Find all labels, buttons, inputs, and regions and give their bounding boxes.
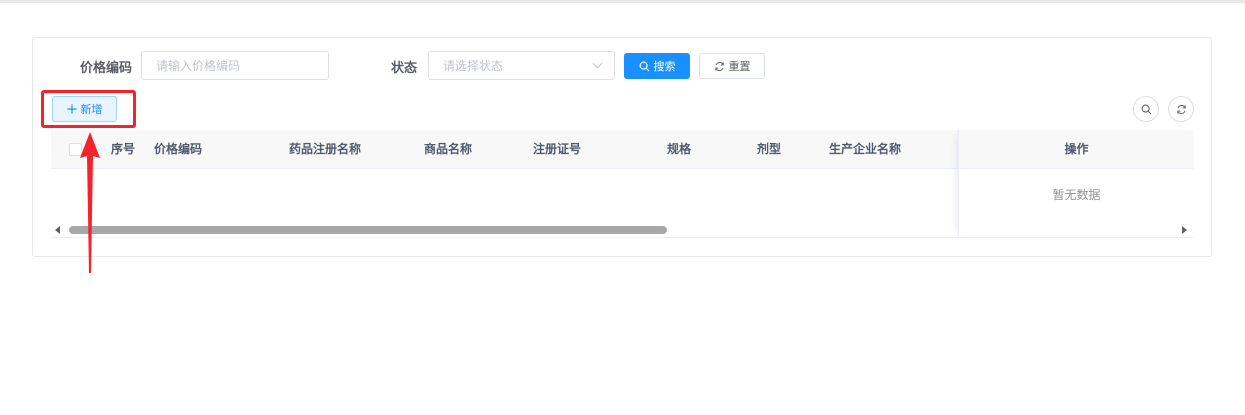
price-code-input[interactable] <box>141 51 329 80</box>
column-header-specification: 规格 <box>667 142 692 156</box>
search-button[interactable]: 搜索 <box>624 53 690 79</box>
column-header-product-name: 商品名称 <box>424 142 473 156</box>
horizontal-scrollbar[interactable] <box>51 223 1193 238</box>
column-header-registration-number: 注册证号 <box>533 142 582 156</box>
toggle-search-button[interactable] <box>1133 96 1159 122</box>
column-header-dosage-form: 剂型 <box>757 142 782 156</box>
status-select-input[interactable] <box>428 51 615 80</box>
top-divider <box>0 0 1245 3</box>
column-header-drug-registration-name: 药品注册名称 <box>289 142 362 156</box>
scrollbar-thumb[interactable] <box>69 226 667 234</box>
empty-state-text: 暂无数据 <box>1052 188 1101 202</box>
column-header-actions: 操作 <box>959 130 1194 169</box>
refresh-table-button[interactable] <box>1168 96 1194 122</box>
column-header-price-code: 价格编码 <box>154 142 203 156</box>
column-header-manufacturer-name: 生产企业名称 <box>829 142 902 156</box>
status-select[interactable] <box>428 51 615 80</box>
search-icon <box>639 61 649 71</box>
status-label: 状态 <box>391 61 418 76</box>
search-icon <box>1141 104 1151 114</box>
scroll-right-arrow-icon[interactable] <box>1182 226 1187 234</box>
reset-button-label: 重置 <box>728 60 751 73</box>
scroll-left-arrow-icon[interactable] <box>55 226 60 234</box>
fixed-action-column: 操作 暂无数据 <box>958 130 1194 238</box>
search-button-label: 搜索 <box>653 60 676 73</box>
reset-button[interactable]: 重置 <box>699 53 765 79</box>
column-header-index: 序号 <box>111 142 136 156</box>
annotation-arrow-icon <box>80 132 100 273</box>
price-code-label: 价格编码 <box>80 61 133 76</box>
annotation-highlight-box <box>41 90 136 128</box>
refresh-icon <box>1176 104 1186 114</box>
refresh-icon <box>714 61 724 71</box>
